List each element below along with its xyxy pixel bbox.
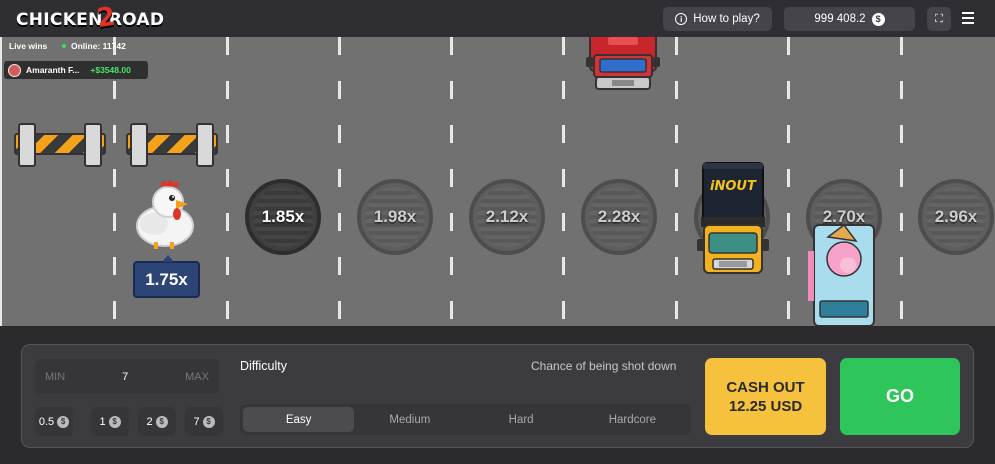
dollar-coin-icon: $ [108, 415, 121, 428]
quick-bet-value: 7 [193, 415, 200, 428]
lane-multiplier-value: 2.28x [597, 207, 641, 226]
lane-multiplier-value: 1.98x [373, 207, 417, 226]
difficulty-tab-hard[interactable]: Hard [466, 407, 577, 432]
max-bet-button[interactable]: MAX [185, 371, 209, 383]
dollar-coin-icon: $ [202, 415, 215, 428]
how-to-play-label: How to play? [693, 13, 760, 25]
dollar-coin-icon: $ [57, 415, 70, 428]
lane-multiplier-manhole[interactable]: 1.85x [245, 179, 321, 255]
dollar-coin-icon: $ [155, 415, 168, 428]
info-icon: i [675, 13, 688, 25]
cash-out-amount: 12.25 USD [728, 397, 803, 415]
quick-bet-value: 1 [99, 415, 106, 428]
chance-label: Chance of being shot down [531, 359, 677, 373]
lane-divider [338, 37, 341, 326]
balance-value: 999 408.2 [814, 13, 866, 25]
hamburger-menu-icon[interactable] [962, 9, 976, 27]
live-wins-panel: Live wins Online: 11742 Amaranth F... +$… [0, 37, 148, 87]
fullscreen-icon: ⛶ [935, 12, 943, 25]
cash-out-label: CASH OUT [726, 378, 805, 396]
chicken-icon [136, 180, 194, 249]
logo-digit: 2 [94, 1, 117, 35]
lane-multiplier-value: 2.96x [934, 207, 978, 226]
lane-multiplier-manhole: 2.96x [918, 179, 994, 255]
difficulty-tab-hardcore[interactable]: Hardcore [577, 407, 688, 432]
lane-multiplier-manhole: 2.28x [581, 179, 657, 255]
live-wins-label: Live wins [9, 41, 48, 51]
lane-multiplier-manhole: 1.98x [357, 179, 433, 255]
online-count-text: Online: 11742 [71, 41, 126, 51]
lane-divider [562, 37, 565, 326]
game-logo: CHICKEN 2 ROAD [16, 2, 165, 34]
logo-text-chicken: CHICKEN [16, 10, 103, 30]
lane-divider [226, 37, 229, 326]
win-player-name: Amaranth F... [26, 65, 80, 75]
lane-divider [675, 37, 678, 326]
quick-bet-chip[interactable]: 1 $ [91, 407, 129, 436]
min-bet-button[interactable]: MIN [45, 371, 65, 383]
quick-bet-chip[interactable]: 2 $ [138, 407, 176, 436]
lane-divider [450, 37, 453, 326]
lane-multiplier-value: 1.85x [261, 207, 305, 226]
ice-cream-truck-icon [808, 223, 875, 326]
road-barrier-icon [124, 123, 220, 169]
lane-divider [787, 37, 790, 326]
difficulty-title: Difficulty [240, 359, 288, 373]
balance-display: 999 408.2 $ [784, 7, 915, 31]
cash-out-button[interactable]: CASH OUT 12.25 USD [705, 358, 826, 435]
win-amount: +$3548.00 [90, 65, 131, 75]
quick-bet-value: 2 [146, 415, 153, 428]
avatar [8, 63, 21, 77]
quick-bet-chip[interactable]: 7 $ [185, 407, 223, 436]
current-multiplier-badge: 1.75x [133, 255, 200, 298]
how-to-play-button[interactable]: i How to play? [663, 7, 772, 31]
lane-multiplier-manhole: 2.12x [469, 179, 545, 255]
game-road: Live wins Online: 11742 Amaranth F... +$… [0, 37, 995, 326]
road-barrier-icon [12, 123, 108, 169]
quick-bet-chip[interactable]: 0.5 $ [35, 407, 73, 436]
online-dot-icon [62, 44, 66, 48]
difficulty-selector: Easy Medium Hard Hardcore [240, 404, 691, 435]
fullscreen-button[interactable]: ⛶ [927, 7, 951, 31]
difficulty-tab-medium[interactable]: Medium [354, 407, 465, 432]
dollar-coin-icon: $ [871, 12, 885, 26]
quick-bet-value: 0.5 [38, 415, 55, 428]
difficulty-tab-easy[interactable]: Easy [243, 407, 355, 432]
truck-brand-label: iNOUT [710, 179, 756, 194]
go-button[interactable]: GO [840, 358, 960, 435]
lane-divider [900, 37, 903, 326]
online-count: Online: 11742 [62, 41, 126, 51]
bet-amount-stepper: MIN 7 MAX [35, 359, 219, 394]
game-app: CHICKEN 2 ROAD i How to play? 999 408.2 … [0, 0, 995, 464]
top-bar: CHICKEN 2 ROAD i How to play? 999 408.2 … [0, 0, 995, 37]
fire-truck-icon [586, 37, 660, 90]
live-win-row: Amaranth F... +$3548.00 [4, 61, 148, 79]
logo-text-road: ROAD [108, 10, 165, 30]
lane-multiplier-value: 2.12x [485, 207, 529, 226]
bet-amount-input[interactable]: 7 [122, 371, 128, 383]
control-panel: MIN 7 MAX 0.5 $ 1 $ 2 $ 7 $ Difficulty C… [21, 344, 974, 448]
